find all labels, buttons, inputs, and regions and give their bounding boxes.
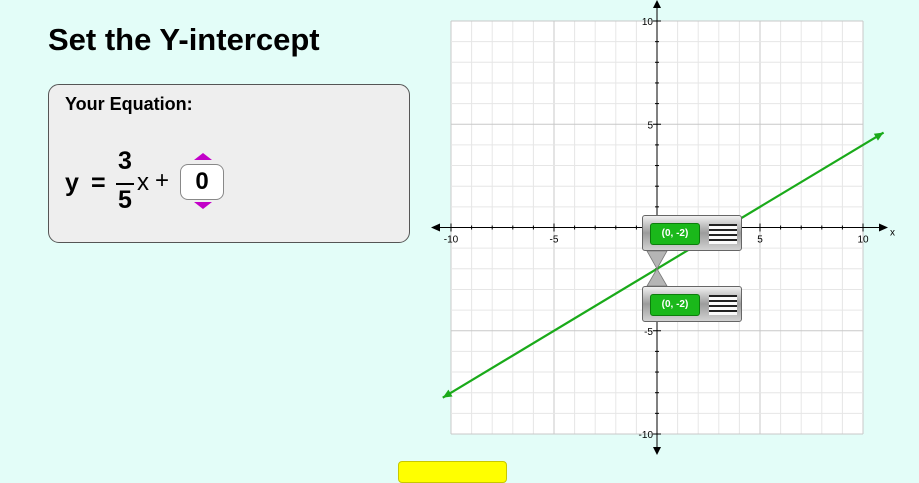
equation-heading: Your Equation: <box>65 94 193 114</box>
y-tick-label: -10 <box>639 430 654 441</box>
equation-y: y <box>65 169 79 197</box>
increment-arrow-icon[interactable] <box>194 153 212 160</box>
x-tick-label: 10 <box>857 235 869 246</box>
page-title: Set the Y-intercept <box>48 22 320 57</box>
equation-x: x <box>137 169 149 196</box>
y-tick-label: -5 <box>644 327 653 338</box>
point-coordinate-label: (0, -2) <box>650 294 700 316</box>
x-axis-right-arrow-icon <box>879 223 888 232</box>
x-tick-label: 5 <box>757 235 763 246</box>
equation-panel: Your Equation: y = 3 5 x + 0 <box>48 84 410 243</box>
slope-numerator: 3 <box>118 147 132 175</box>
drag-grip-icon[interactable] <box>709 224 737 244</box>
y-axis-bottom-arrow-icon <box>653 447 661 455</box>
equation-plus: + <box>155 167 170 194</box>
y-axis-top-arrow-icon <box>653 0 661 8</box>
y-tick-label: 5 <box>647 120 653 131</box>
check-button[interactable] <box>398 461 507 483</box>
y-tick-label: 10 <box>642 17 654 28</box>
intercept-input[interactable]: 0 <box>180 164 224 200</box>
x-axis-left-arrow-icon <box>431 223 440 232</box>
point-coordinate-label: (0, -2) <box>650 223 700 245</box>
x-tick-label: -10 <box>444 235 459 246</box>
equation-equals: = <box>91 169 106 197</box>
x-axis-label: x <box>890 228 895 239</box>
point-tag-top[interactable]: (0, -2) <box>642 215 742 251</box>
drag-grip-icon[interactable] <box>709 295 737 315</box>
decrement-arrow-icon[interactable] <box>194 202 212 209</box>
fraction-bar <box>116 183 134 185</box>
equation-line: y = 3 5 x + 0 <box>65 147 265 217</box>
x-tick-label: -5 <box>550 235 559 246</box>
slope-denominator: 5 <box>118 186 132 214</box>
point-tag-bottom[interactable]: (0, -2) <box>642 286 742 322</box>
